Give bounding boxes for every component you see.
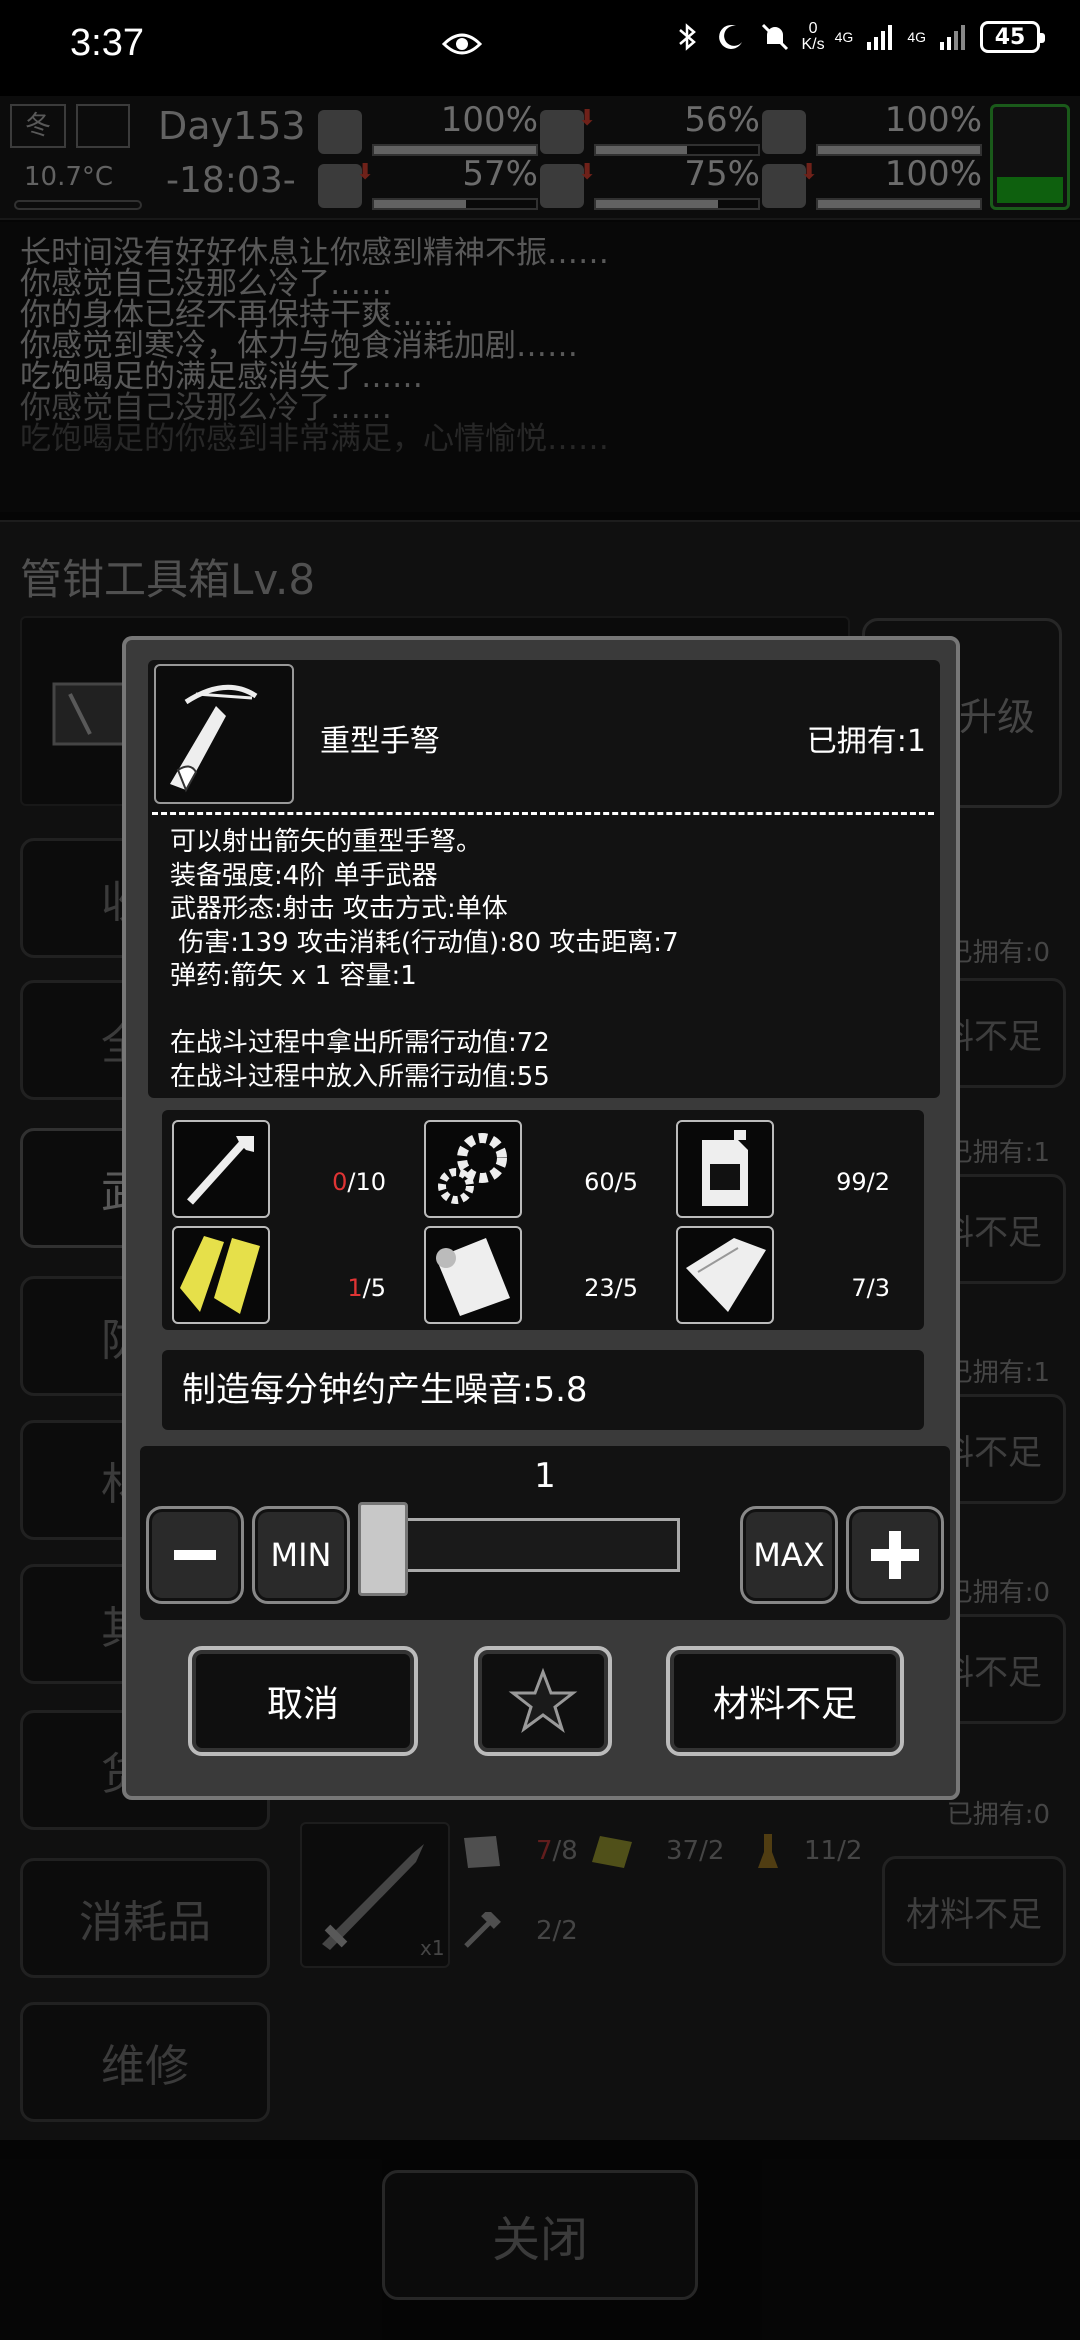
min-button[interactable]: MIN bbox=[252, 1506, 350, 1604]
system-status-bar: 3:37 0 K/s 4G 4G 45 bbox=[0, 0, 1080, 96]
signal-1-icon: 4G bbox=[834, 29, 854, 45]
material-slot[interactable]: 1/5 bbox=[166, 1222, 416, 1324]
material-qty: 7/3 bbox=[851, 1274, 890, 1302]
increase-button[interactable] bbox=[846, 1506, 944, 1604]
minus-icon bbox=[174, 1550, 216, 1560]
battery-icon: 45 bbox=[980, 21, 1045, 53]
craft-dialog: 重型手弩 已拥有:1 可以射出箭矢的重型手弩。 装备强度:4阶 单手武器 武器形态:… bbox=[122, 636, 960, 1800]
dialog-actions: 取消 材料不足 bbox=[126, 1640, 964, 1780]
material-slot[interactable]: 99/2 bbox=[670, 1116, 920, 1218]
owned-count: 已拥有:1 bbox=[806, 724, 926, 759]
wrench-rod-icon bbox=[172, 1120, 270, 1218]
craft-confirm-button[interactable]: 材料不足 bbox=[666, 1646, 904, 1756]
cancel-button[interactable]: 取消 bbox=[188, 1646, 418, 1756]
divider bbox=[152, 812, 934, 815]
wood-plank-icon bbox=[172, 1226, 270, 1324]
material-qty: 23/5 bbox=[584, 1274, 638, 1302]
signal-bars-2-icon bbox=[940, 25, 965, 50]
signal-2-icon: 4G bbox=[907, 29, 926, 45]
bluetooth-icon bbox=[678, 23, 696, 51]
material-slot[interactable]: 0/10 bbox=[166, 1116, 416, 1218]
item-description: 可以射出箭矢的重型手弩。 装备强度:4阶 单手武器 武器形态:射击 攻击方式:单体 … bbox=[170, 827, 679, 1092]
material-qty: 99/2 bbox=[836, 1168, 890, 1196]
status-icons: 0 K/s 4G 4G 45 bbox=[670, 20, 1045, 54]
gears-icon bbox=[424, 1120, 522, 1218]
material-qty: 1/5 bbox=[347, 1274, 386, 1302]
material-slot[interactable]: 7/3 bbox=[670, 1222, 920, 1324]
quantity-value: 1 bbox=[534, 1456, 556, 1496]
noise-info: 制造每分钟约产生噪音:5.8 bbox=[162, 1350, 924, 1430]
item-info-card: 重型手弩 已拥有:1 可以射出箭矢的重型手弩。 装备强度:4阶 单手武器 武器形态:… bbox=[148, 660, 940, 1098]
crossbow-icon bbox=[154, 664, 294, 804]
material-qty: 0/10 bbox=[332, 1168, 386, 1196]
moon-icon bbox=[718, 24, 742, 49]
quantity-selector: 1 MIN MAX bbox=[140, 1446, 950, 1620]
favorite-button[interactable] bbox=[474, 1646, 612, 1756]
required-materials: 0/10 60/5 99/2 1/5 23/5 7/3 bbox=[162, 1110, 924, 1330]
network-speed: 0 K/s bbox=[801, 20, 825, 53]
material-slot[interactable]: 23/5 bbox=[418, 1222, 668, 1324]
clock: 3:37 bbox=[70, 22, 144, 64]
signal-bars-icon bbox=[867, 25, 893, 50]
quantity-slider[interactable] bbox=[370, 1518, 680, 1572]
fuel-can-icon bbox=[676, 1120, 774, 1218]
material-slot[interactable]: 60/5 bbox=[418, 1116, 668, 1218]
star-icon bbox=[508, 1667, 578, 1733]
eye-icon bbox=[442, 33, 482, 55]
mute-bell-icon bbox=[761, 23, 788, 51]
decrease-button[interactable] bbox=[146, 1506, 244, 1604]
cloth-icon bbox=[676, 1226, 774, 1324]
paper-roll-icon bbox=[424, 1226, 522, 1324]
slider-handle[interactable] bbox=[358, 1502, 408, 1596]
plus-icon bbox=[871, 1531, 919, 1579]
item-name: 重型手弩 bbox=[320, 724, 440, 759]
max-button[interactable]: MAX bbox=[740, 1506, 838, 1604]
material-qty: 60/5 bbox=[584, 1168, 638, 1196]
